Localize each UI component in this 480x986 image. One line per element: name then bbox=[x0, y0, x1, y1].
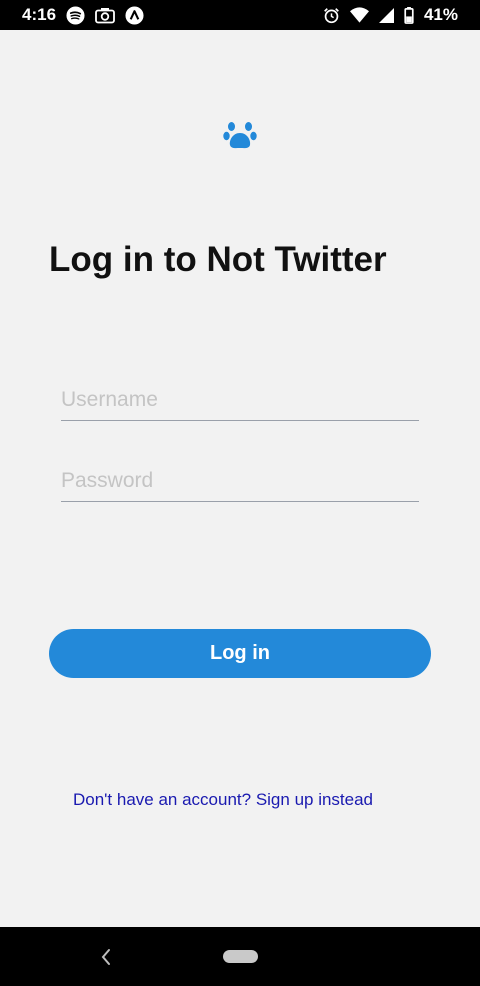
password-input[interactable] bbox=[61, 461, 419, 502]
wifi-icon bbox=[349, 7, 369, 23]
status-right: 41% bbox=[323, 5, 458, 25]
page-title: Log in to Not Twitter bbox=[49, 240, 387, 279]
alarm-icon bbox=[324, 7, 339, 23]
login-button[interactable]: Log in bbox=[49, 629, 431, 678]
status-bar: 4:16 41% bbox=[0, 0, 480, 30]
notification-app-icon bbox=[125, 5, 144, 25]
back-icon[interactable] bbox=[99, 947, 113, 967]
home-pill-icon[interactable] bbox=[223, 950, 258, 963]
signup-link[interactable]: Don't have an account? Sign up instead bbox=[73, 790, 373, 810]
camera-icon bbox=[95, 7, 115, 23]
battery-icon bbox=[404, 6, 414, 24]
paw-icon bbox=[223, 122, 257, 149]
username-input[interactable] bbox=[61, 380, 419, 421]
spotify-icon bbox=[66, 5, 85, 25]
battery-percent: 41% bbox=[423, 5, 458, 24]
signal-icon bbox=[378, 7, 394, 23]
navigation-bar bbox=[0, 927, 480, 986]
status-time: 4:16 bbox=[22, 5, 57, 24]
status-left: 4:16 bbox=[22, 5, 144, 25]
